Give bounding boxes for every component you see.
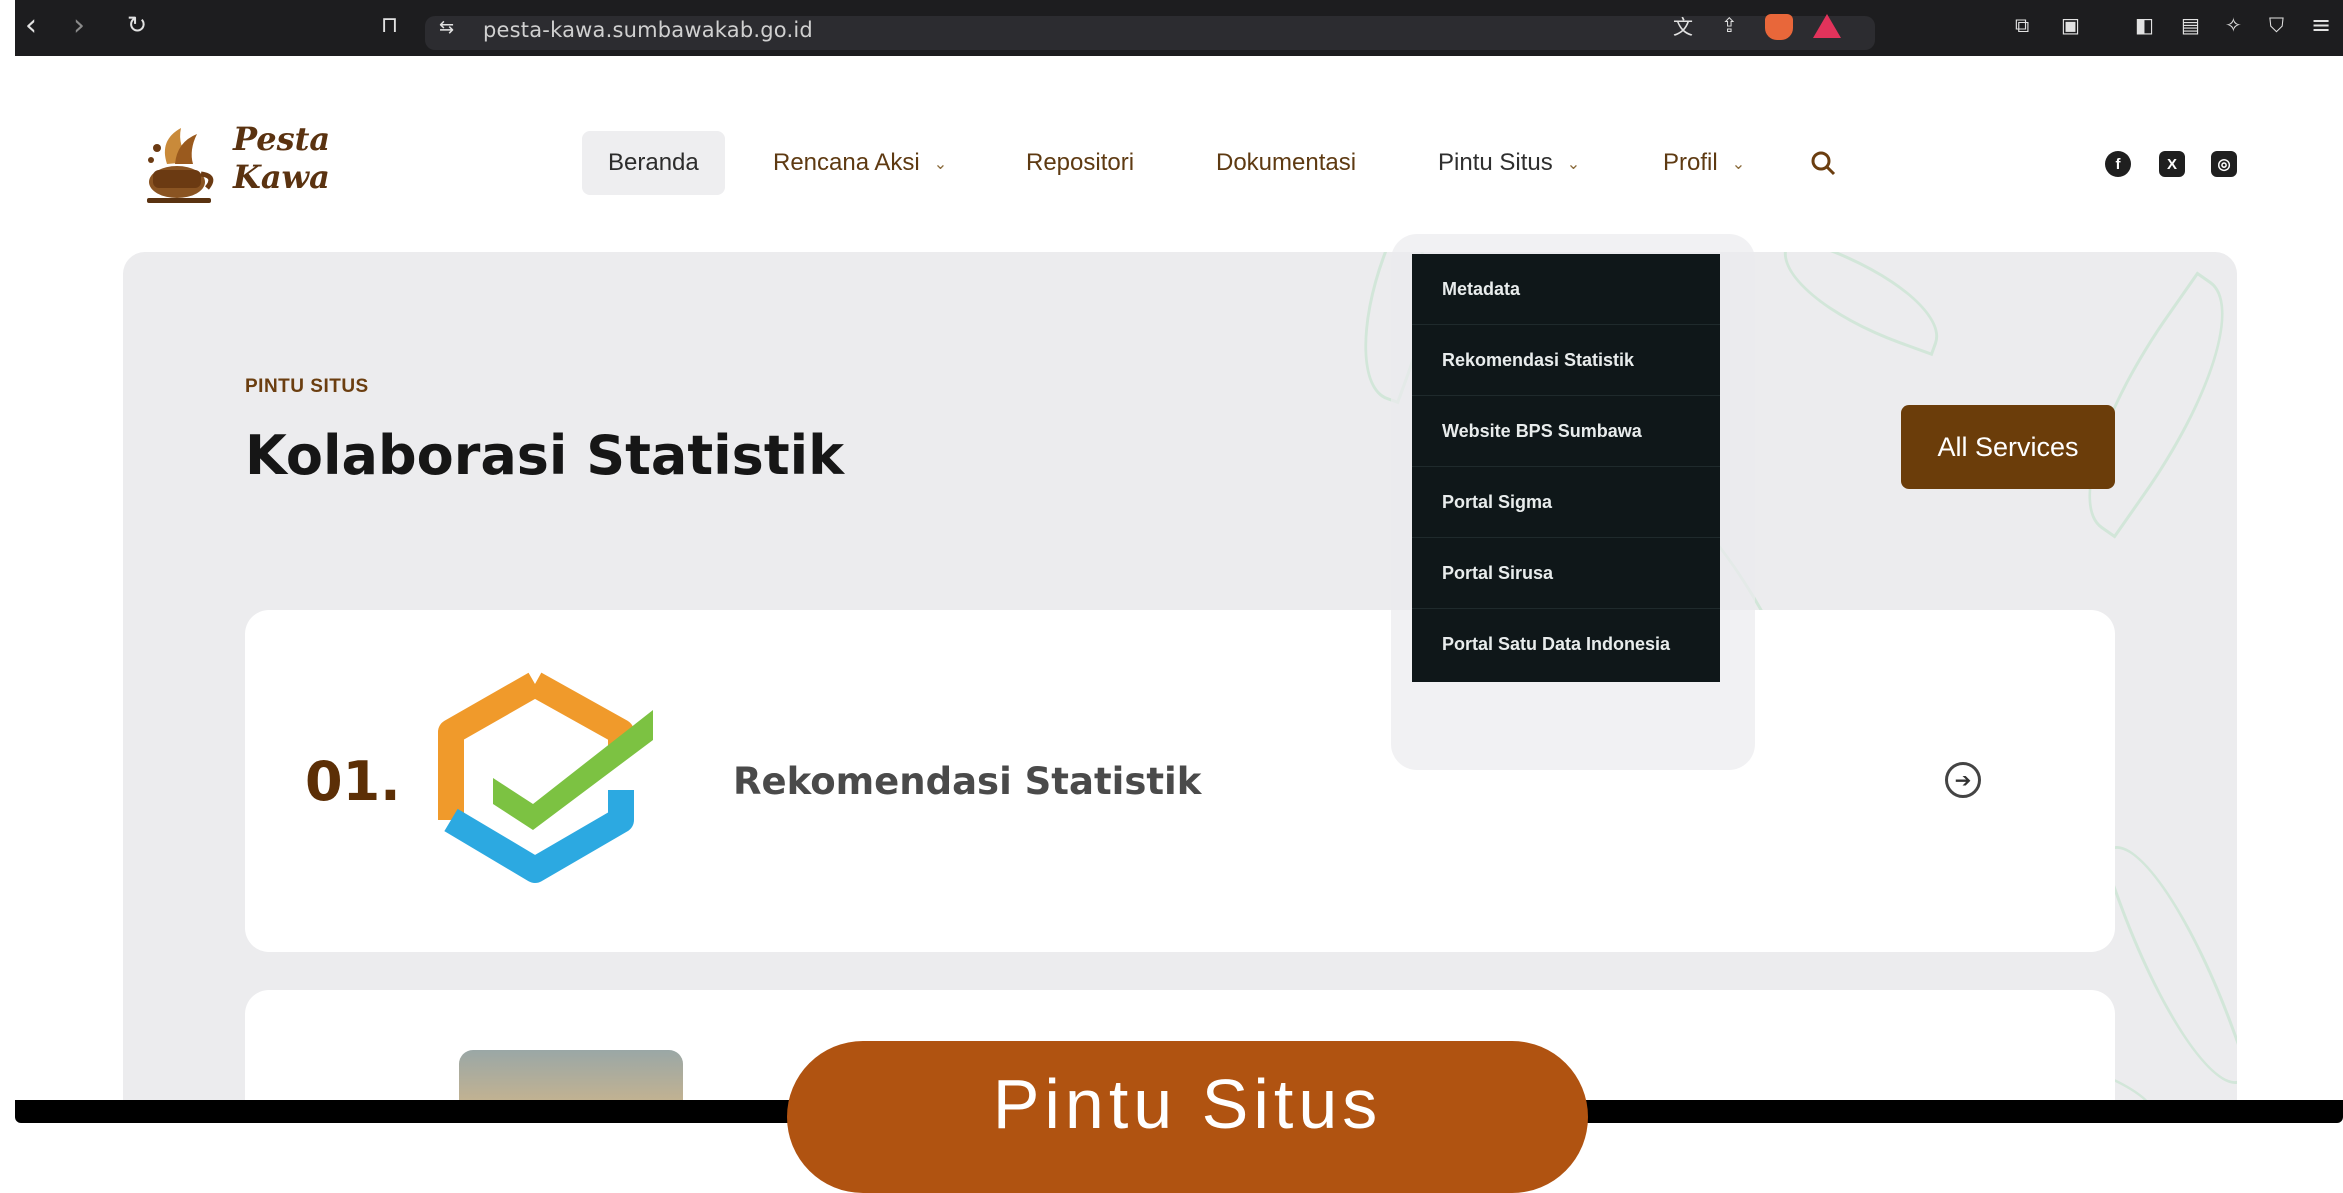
nav-beranda-label: Beranda: [608, 149, 699, 176]
nav-repositori-label: Repositori: [1026, 149, 1135, 176]
dropdown-item-portal-sigma[interactable]: Portal Sigma: [1412, 467, 1720, 538]
rekomendasi-statistik-logo-icon: [438, 672, 653, 883]
pintu-situs-dropdown: Metadata Rekomendasi Statistik Website B…: [1412, 254, 1720, 682]
back-icon[interactable]: ‹: [25, 8, 37, 43]
coffee-cup-logo-icon: [147, 128, 214, 203]
site-settings-icon[interactable]: ⇆: [439, 12, 454, 42]
nav-profil-label: Profil: [1663, 149, 1718, 176]
forward-icon[interactable]: ›: [73, 8, 85, 43]
wallet-icon[interactable]: ▤: [2181, 10, 2200, 40]
dropdown-item-portal-satu-data-indonesia[interactable]: Portal Satu Data Indonesia: [1412, 609, 1720, 680]
logo-line-2: Kawa: [233, 158, 330, 196]
dropdown-item-metadata[interactable]: Metadata: [1412, 254, 1720, 325]
section-kicker: PINTU SITUS: [245, 376, 369, 397]
screenshot-icon[interactable]: ▣: [2061, 10, 2080, 40]
leaf-decoration: [1767, 252, 1955, 357]
card-title: Rekomendasi Statistik: [733, 760, 1202, 803]
share-icon[interactable]: ⇪: [1721, 10, 1738, 40]
card-number: 01.: [305, 750, 401, 813]
service-card[interactable]: 01. Rekomendasi Statistik ➔: [245, 610, 2115, 952]
search-button[interactable]: [1809, 131, 1837, 195]
nav-rencana-aksi-label: Rencana Aksi: [773, 149, 920, 176]
nav-repositori[interactable]: Repositori: [1026, 131, 1134, 195]
all-services-button[interactable]: All Services: [1901, 405, 2115, 489]
search-icon: [1811, 151, 1836, 176]
sidebar-icon[interactable]: ◧: [2135, 10, 2154, 40]
vpn-icon[interactable]: ⛉: [2269, 10, 2284, 40]
arrow-right-circle-icon[interactable]: ➔: [1945, 762, 1981, 798]
browser-window: ‹ › ↻ ⊓ ⇆ pesta-kawa.sumbawakab.go.id 文 …: [15, 0, 2343, 1100]
translate-icon[interactable]: 文: [1673, 10, 1693, 40]
menu-icon[interactable]: ≡: [2311, 10, 2331, 40]
section-title: Kolaborasi Statistik: [245, 424, 845, 487]
bookmark-icon[interactable]: ⊓: [381, 10, 398, 40]
brave-rewards-icon[interactable]: [1813, 14, 1841, 38]
instagram-icon[interactable]: ◎: [2211, 151, 2237, 177]
logo-line-1: Pesta: [233, 120, 331, 158]
brave-shield-icon[interactable]: [1765, 14, 1793, 40]
logo-text: Pesta Kawa: [233, 120, 330, 196]
nav-pintu-situs-label: Pintu Situs: [1438, 149, 1553, 176]
chevron-down-icon: ⌄: [1731, 153, 1746, 173]
dropdown-item-rekomendasi-statistik[interactable]: Rekomendasi Statistik: [1412, 325, 1720, 396]
nav-rencana-aksi[interactable]: Rencana Aksi ⌄: [773, 131, 947, 195]
chevron-down-icon: ⌄: [933, 153, 948, 173]
nav-profil[interactable]: Profil ⌄: [1663, 131, 1745, 195]
url-text[interactable]: pesta-kawa.sumbawakab.go.id: [483, 18, 813, 42]
facebook-icon[interactable]: f: [2105, 151, 2131, 177]
nav-pintu-situs[interactable]: Pintu Situs ⌄: [1438, 131, 1580, 195]
nav-dokumentasi[interactable]: Dokumentasi: [1216, 131, 1356, 195]
reload-icon[interactable]: ↻: [127, 10, 147, 40]
x-twitter-icon[interactable]: X: [2159, 151, 2185, 177]
dropdown-item-portal-sirusa[interactable]: Portal Sirusa: [1412, 538, 1720, 609]
dropdown-item-website-bps-sumbawa[interactable]: Website BPS Sumbawa: [1412, 396, 1720, 467]
chevron-down-icon: ⌄: [1566, 153, 1581, 173]
nav-dokumentasi-label: Dokumentasi: [1216, 149, 1357, 176]
caption-pill: Pintu Situs: [787, 1041, 1588, 1193]
browser-toolbar: ‹ › ↻ ⊓ ⇆ pesta-kawa.sumbawakab.go.id 文 …: [15, 0, 2343, 56]
site-logo[interactable]: Pesta Kawa: [145, 120, 345, 210]
card-thumbnail-image: [459, 1050, 683, 1100]
leaf-decoration: [2099, 828, 2237, 1100]
website: Pesta Kawa Beranda Rencana Aksi ⌄ Reposi…: [15, 56, 2343, 1100]
leo-ai-icon[interactable]: ✧: [2225, 10, 2242, 40]
nav-beranda[interactable]: Beranda: [582, 131, 725, 195]
extensions-icon[interactable]: ⧉: [2015, 10, 2029, 40]
